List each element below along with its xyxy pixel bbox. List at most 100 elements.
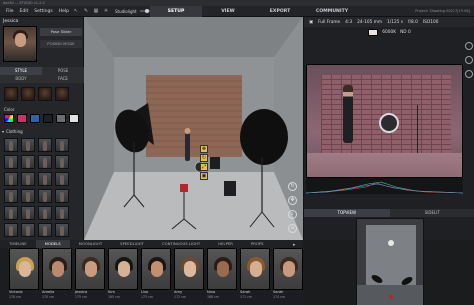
clothing-option[interactable] [4, 155, 18, 169]
model-thumbnail [75, 248, 105, 290]
menu-settings[interactable]: Settings [34, 9, 52, 14]
clothing-option[interactable] [21, 189, 35, 203]
tab-props[interactable]: PROPS [242, 240, 273, 248]
model-card[interactable]: Sarah 174 cm [273, 248, 303, 304]
tab-body[interactable]: BODY [0, 75, 42, 83]
tab-moonlight[interactable]: MOONLIGHT [70, 240, 111, 248]
model-height: 172 cm [174, 295, 186, 299]
grid-icon[interactable]: ▦ [93, 8, 99, 14]
tab-community[interactable]: COMMUNITY [306, 6, 358, 17]
tab-models[interactable]: MODELS [35, 240, 70, 248]
clothing-option[interactable] [21, 223, 35, 237]
clothing-option[interactable] [55, 206, 69, 220]
tab-export[interactable]: EXPORT [254, 6, 306, 17]
clothing-option[interactable] [55, 155, 69, 169]
eyedropper-icon[interactable]: ✎ [83, 8, 89, 14]
tab-topview[interactable]: TOPVIEW [304, 209, 390, 217]
model-card[interactable]: Amelia 170 cm [42, 248, 72, 304]
menu-file[interactable]: File [6, 9, 14, 14]
clothing-option[interactable] [38, 223, 52, 237]
pose-slider-button[interactable]: Pose Slider [40, 28, 82, 36]
clothing-option[interactable] [55, 138, 69, 152]
model-face [19, 261, 31, 277]
model-card[interactable]: Lisa 173 cm [141, 248, 171, 304]
select-icon[interactable]: ▣ [200, 172, 208, 180]
orbit-icon[interactable]: ↻ [288, 182, 297, 191]
menu-edit[interactable]: Edit [20, 9, 29, 14]
focus-icon[interactable] [465, 70, 473, 78]
aspect-ratio-select[interactable]: 4:3 [345, 20, 352, 25]
clothing-option[interactable] [38, 138, 52, 152]
tab-setup[interactable]: SETUP [150, 6, 202, 17]
clothing-option[interactable] [38, 172, 52, 186]
color-swatch[interactable] [30, 114, 40, 123]
lens-select[interactable]: 24-105 mm [357, 20, 382, 25]
menu-help[interactable]: Help [59, 9, 69, 14]
hair-option[interactable] [4, 87, 18, 101]
clothing-option[interactable] [21, 172, 35, 186]
color-wheel-icon[interactable] [4, 114, 14, 123]
clothing-option[interactable] [55, 223, 69, 237]
clothing-option[interactable] [38, 206, 52, 220]
shutter-select[interactable]: 1/125 s [387, 20, 403, 25]
hair-option[interactable] [38, 87, 52, 101]
tab-timeline[interactable]: TIMELINE [0, 240, 36, 248]
scale-icon[interactable]: ⤢ [200, 163, 208, 171]
model-card[interactable]: Nina 168 cm [207, 248, 237, 304]
color-swatch[interactable] [17, 114, 27, 123]
model-card[interactable]: Amy 172 cm [174, 248, 204, 304]
model-card[interactable]: Victoria 178 cm [9, 248, 39, 304]
studio-light-label: Studiolight [114, 8, 137, 14]
clothing-option[interactable] [4, 189, 18, 203]
clothing-option[interactable] [21, 206, 35, 220]
zoom-icon[interactable]: ⌕ [288, 210, 297, 219]
tab-view[interactable]: VIEW [202, 6, 254, 17]
color-swatch[interactable] [56, 114, 66, 123]
hair-option[interactable] [21, 87, 35, 101]
tab-speedlight[interactable]: SPEEDLIGHT [111, 240, 153, 248]
tab-face[interactable]: FACE [42, 75, 84, 83]
aperture-select[interactable]: f/8.0 [408, 20, 418, 25]
camera-icon[interactable]: ▣ [309, 20, 313, 25]
tab-pose[interactable]: POSE [42, 67, 84, 75]
clothing-option[interactable] [4, 172, 18, 186]
pointer-icon[interactable]: ↖ [73, 8, 79, 14]
rotate-icon[interactable]: ↻ [200, 154, 208, 162]
clothing-option[interactable] [38, 155, 52, 169]
white-balance-value[interactable]: 6000K [382, 30, 396, 35]
clothing-option[interactable] [4, 223, 18, 237]
color-swatch[interactable] [69, 114, 79, 123]
tab-sidelit[interactable]: SIDELIT [389, 209, 474, 217]
grid-overlay-icon[interactable] [465, 56, 473, 64]
reset-view-icon[interactable]: ⌂ [288, 224, 297, 233]
model-height: 175 cm [75, 295, 87, 299]
sensor-format-select[interactable]: Full Frame [318, 20, 340, 25]
tab-continuous-light[interactable]: CONTINUOUS LIGHT [153, 240, 209, 248]
model-thumbnail [9, 248, 39, 290]
model-card[interactable]: Jessica 175 cm [75, 248, 105, 304]
settings-icon[interactable] [465, 42, 473, 50]
move-icon[interactable]: ✥ [200, 145, 208, 153]
nd-filter-value[interactable]: ND 0 [400, 30, 411, 35]
clothing-option[interactable] [55, 172, 69, 186]
iso-select[interactable]: ISO100 [423, 20, 439, 25]
lightbulb-icon[interactable]: ☀ [103, 8, 109, 14]
tab-helper[interactable]: HELPER [209, 240, 242, 248]
clothing-option[interactable] [21, 138, 35, 152]
clothing-option[interactable] [38, 189, 52, 203]
model-card[interactable]: Kim 165 cm [108, 248, 138, 304]
model-card[interactable]: Sarah 171 cm [240, 248, 270, 304]
tab-style[interactable]: STYLE [0, 67, 42, 75]
white-balance-swatch[interactable] [368, 28, 379, 36]
hair-option[interactable] [55, 87, 69, 101]
clothing-option[interactable] [4, 138, 18, 152]
clothing-option[interactable] [55, 189, 69, 203]
color-swatch[interactable] [43, 114, 53, 123]
clothing-header[interactable]: ▾ Clothing [2, 129, 23, 134]
top-view-map[interactable] [356, 218, 424, 305]
posing-mode-button[interactable]: POSING MODE [40, 40, 82, 48]
clothing-option[interactable] [21, 155, 35, 169]
scene-viewport[interactable]: ✥ ↻ ⤢ ▣ ↻ ✥ ⌕ ⌂ [84, 17, 303, 240]
clothing-option[interactable] [4, 206, 18, 220]
pan-icon[interactable]: ✥ [288, 196, 297, 205]
